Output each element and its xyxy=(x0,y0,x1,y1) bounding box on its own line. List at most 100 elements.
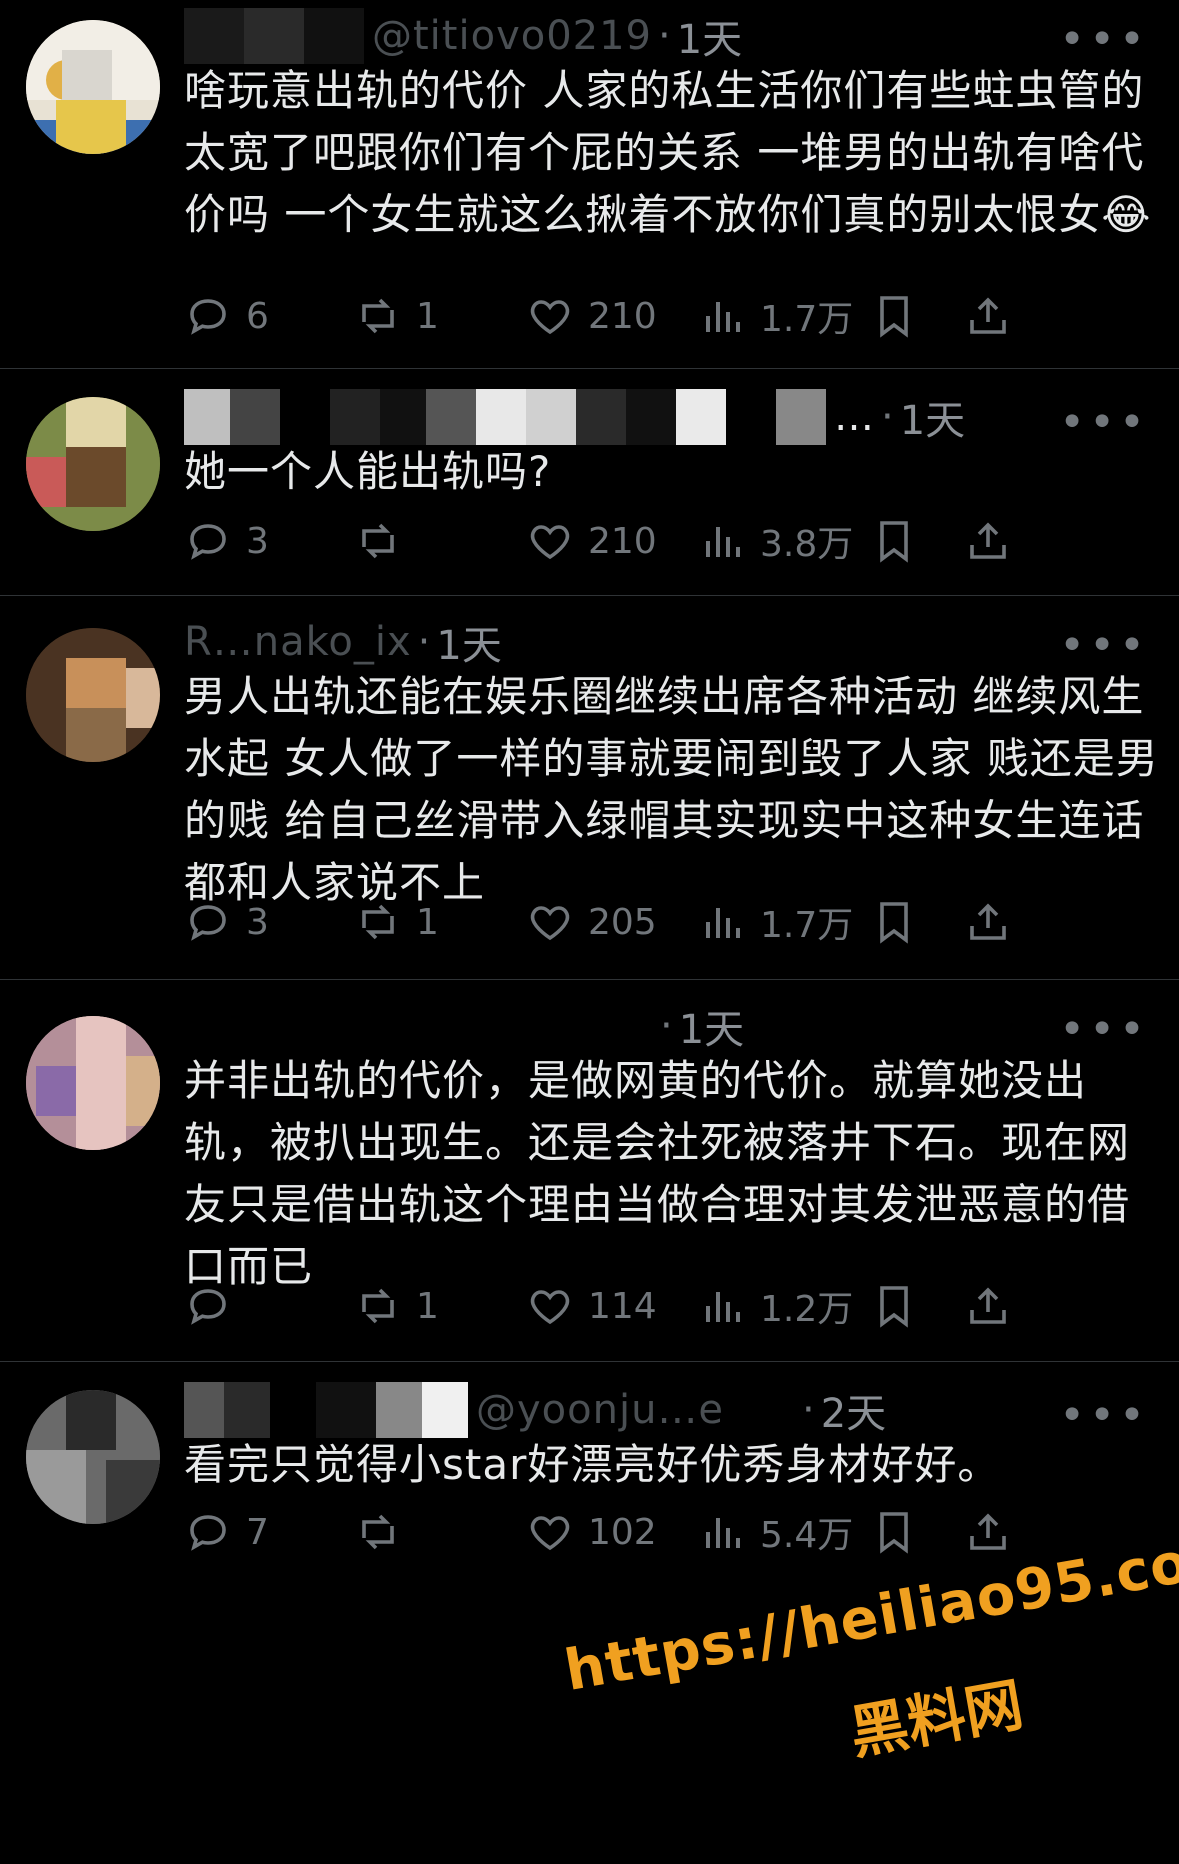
like-button[interactable]: 114 xyxy=(526,1278,657,1334)
view-count: 3.8万 xyxy=(760,524,854,565)
user-handle[interactable]: @titiovo0219 xyxy=(372,13,652,59)
action-bar: 1 114 1.2万 xyxy=(184,1278,1144,1334)
reply-button[interactable] xyxy=(184,1278,246,1334)
post-time[interactable]: 1天 xyxy=(679,997,744,1055)
post-header: @titiovo0219 · 1天 xyxy=(184,8,742,64)
avatar-pixel xyxy=(26,457,66,507)
user-handle[interactable]: R…nako_ix xyxy=(184,619,412,665)
avatar[interactable] xyxy=(26,628,160,762)
more-options-icon[interactable]: ••• xyxy=(1059,1394,1149,1438)
post-time[interactable]: 2天 xyxy=(821,1381,886,1439)
heart-icon xyxy=(530,525,570,560)
post-header: · 1天 xyxy=(184,998,744,1054)
avatar-pixel xyxy=(26,1450,86,1524)
heart-icon xyxy=(530,906,570,941)
action-bar: 3 1 205 1.7万 xyxy=(184,894,1144,950)
reply-count: 3 xyxy=(246,901,269,943)
repost-count: 1 xyxy=(416,901,439,943)
user-handle[interactable]: @yoonju…e xyxy=(476,1387,796,1433)
like-button[interactable]: 102 xyxy=(526,1504,657,1560)
repost-icon xyxy=(362,904,394,940)
separator-dot: · xyxy=(658,13,671,59)
post-header: @yoonju…e · 2天 xyxy=(184,1382,886,1438)
avatar[interactable] xyxy=(26,397,160,531)
reply-icon xyxy=(190,524,226,560)
share-icon xyxy=(970,1513,1006,1550)
reply-button[interactable]: 3 xyxy=(184,894,269,950)
avatar-pixel xyxy=(126,1056,160,1126)
repost-button[interactable]: 1 xyxy=(354,1278,439,1334)
post-text: 男人出轨还能在娱乐圈继续出席各种活动 继续风生水起 女人做了一样的事就要闹到毁了… xyxy=(184,672,1159,907)
avatar-pixel xyxy=(56,100,126,154)
bookmark-icon xyxy=(880,521,908,563)
reply-icon xyxy=(190,905,226,941)
repost-icon xyxy=(362,523,394,559)
bookmark-button[interactable] xyxy=(870,894,932,950)
avatar[interactable] xyxy=(26,20,160,154)
comment-post[interactable]: @titiovo0219 · 1天 ••• 啥玩意出轨的代价 人家的私生活你们有… xyxy=(0,0,1179,369)
bookmark-button[interactable] xyxy=(870,288,932,344)
bookmark-icon xyxy=(880,1286,908,1328)
post-time[interactable]: 1天 xyxy=(436,613,501,671)
view-count: 1.7万 xyxy=(760,299,854,340)
bookmark-button[interactable] xyxy=(870,513,932,569)
reply-count: 7 xyxy=(246,1511,269,1553)
like-count: 210 xyxy=(588,295,657,337)
avatar-pixel xyxy=(66,1390,116,1450)
post-text: 她一个人能出轨吗? xyxy=(184,447,552,496)
avatar-pixel xyxy=(66,447,126,507)
reply-button[interactable]: 3 xyxy=(184,513,269,569)
view-count: 1.2万 xyxy=(760,1289,854,1330)
views-button[interactable]: 1.2万 xyxy=(698,1278,853,1334)
repost-button[interactable]: 1 xyxy=(354,288,439,344)
user-handle[interactable]: … xyxy=(834,394,875,440)
like-button[interactable]: 210 xyxy=(526,513,657,569)
views-button[interactable]: 1.7万 xyxy=(698,288,853,344)
post-time[interactable]: 1天 xyxy=(677,7,742,65)
share-button[interactable] xyxy=(964,1278,1026,1334)
like-button[interactable]: 205 xyxy=(526,894,657,950)
heart-icon xyxy=(530,1516,570,1551)
bookmark-button[interactable] xyxy=(870,1278,932,1334)
views-icon xyxy=(706,908,740,938)
share-button[interactable] xyxy=(964,288,1026,344)
share-button[interactable] xyxy=(964,894,1026,950)
avatar[interactable] xyxy=(26,1016,160,1150)
like-count: 102 xyxy=(588,1511,657,1553)
reply-button[interactable]: 6 xyxy=(184,288,269,344)
bookmark-button[interactable] xyxy=(870,1504,932,1560)
repost-count: 1 xyxy=(416,1285,439,1327)
view-count: 5.4万 xyxy=(760,1515,854,1556)
more-options-icon[interactable]: ••• xyxy=(1059,18,1149,62)
avatar-pixel xyxy=(36,1066,76,1116)
more-options-icon[interactable]: ••• xyxy=(1059,401,1149,445)
views-button[interactable]: 1.7万 xyxy=(698,894,853,950)
reply-icon xyxy=(190,1515,226,1551)
share-button[interactable] xyxy=(964,513,1026,569)
avatar-pixel xyxy=(66,658,126,708)
comment-post[interactable]: … · 1天 ••• 她一个人能出轨吗? 3 210 3.8万 xyxy=(0,369,1179,596)
post-time[interactable]: 1天 xyxy=(900,388,965,446)
views-button[interactable]: 3.8万 xyxy=(698,513,853,569)
repost-button[interactable] xyxy=(354,513,416,569)
blurred-display-name xyxy=(184,389,826,445)
reply-count: 6 xyxy=(246,295,269,337)
separator-dot: · xyxy=(660,1003,673,1049)
action-bar: 6 1 210 1.7万 xyxy=(184,288,1144,344)
avatar-pixel xyxy=(66,397,126,447)
avatar[interactable] xyxy=(26,1390,160,1524)
comment-post[interactable]: · 1天 ••• 并非出轨的代价，是做网黄的代价。就算她没出轨，被扒出现生。还是… xyxy=(0,980,1179,1362)
heart-icon xyxy=(530,1290,570,1325)
views-button[interactable]: 5.4万 xyxy=(698,1504,853,1560)
like-button[interactable]: 210 xyxy=(526,288,657,344)
repost-button[interactable] xyxy=(354,1504,416,1560)
reply-button[interactable]: 7 xyxy=(184,1504,269,1560)
avatar-pixel xyxy=(76,1016,126,1150)
repost-button[interactable]: 1 xyxy=(354,894,439,950)
share-button[interactable] xyxy=(964,1504,1026,1560)
comment-post[interactable]: R…nako_ix · 1天 ••• 男人出轨还能在娱乐圈继续出席各种活动 继续… xyxy=(0,596,1179,980)
more-options-icon[interactable]: ••• xyxy=(1059,624,1149,668)
separator-dot: · xyxy=(417,619,431,665)
more-options-icon[interactable]: ••• xyxy=(1059,1008,1149,1052)
share-icon xyxy=(970,1287,1006,1324)
